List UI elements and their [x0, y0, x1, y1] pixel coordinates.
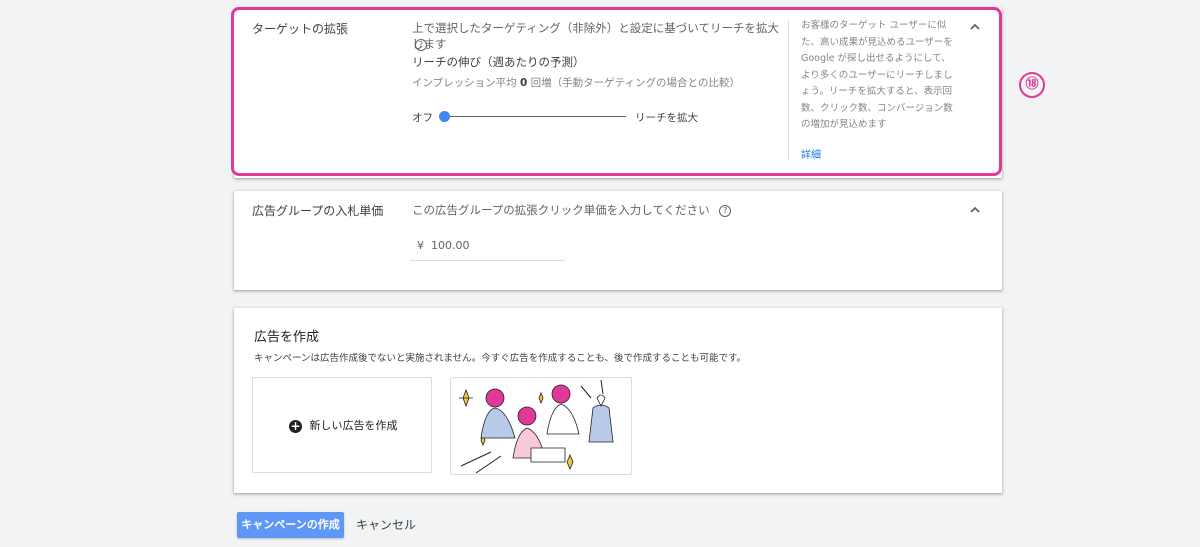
targeting-description-text: 上で選択したターゲティング（非除外）と設定に基づいてリーチを拡大します	[412, 21, 779, 51]
create-ad-title: 広告を作成	[254, 330, 320, 345]
cancel-button[interactable]: キャンセル	[356, 512, 416, 538]
bid-value[interactable]: 100.00	[431, 239, 470, 252]
slider-max-label: リーチを拡大	[635, 112, 698, 124]
bid-input[interactable]: ¥ 100.00	[412, 236, 566, 260]
targeting-side-help: お客様のターゲット ユーザーに似た、高い成果が見込めるユーザーを Google …	[801, 20, 953, 130]
illustration-tile[interactable]	[450, 377, 632, 475]
side-divider	[788, 20, 789, 160]
targeting-title: ターゲットの拡張	[252, 22, 349, 36]
new-ad-tile[interactable]: + 新しい広告を作成	[252, 377, 432, 473]
targeting-expansion-card: ターゲットの拡張 上で選択したターゲティング（非除外）と設定に基づいてリーチを拡…	[234, 8, 1002, 178]
chevron-up-icon[interactable]	[968, 204, 982, 218]
input-underline	[410, 260, 565, 261]
new-ad-label: 新しい広告を作成	[309, 419, 398, 432]
reach-heading: リーチの伸び（週あたりの予測）	[412, 55, 585, 69]
chevron-up-icon[interactable]	[968, 21, 982, 35]
create-ad-card: 広告を作成 キャンペーンは広告作成後でないと実施されません。今すぐ広告を作成する…	[234, 308, 1002, 493]
ad-group-bid-card: 広告グループの入札単価 この広告グループの拡張クリック単価を入力してください ?…	[234, 191, 1002, 290]
currency-symbol: ¥	[417, 239, 424, 252]
targeting-help-icon[interactable]: ?	[415, 34, 427, 53]
slider-min-label: オフ	[412, 112, 433, 124]
impressions-estimate: インプレッション平均 0 回増（手動ターゲティングの場合との比較）	[412, 77, 740, 89]
details-link[interactable]: 詳細	[801, 146, 821, 161]
targeting-description: 上で選択したターゲティング（非除外）と設定に基づいてリーチを拡大します	[412, 20, 784, 52]
slider-track[interactable]	[444, 116, 626, 117]
slider-tick	[552, 116, 553, 117]
slider-tick	[516, 116, 517, 117]
create-campaign-button[interactable]: キャンペーンの作成	[237, 512, 344, 538]
create-ad-description: キャンペーンは広告作成後でないと実施されません。今すぐ広告を作成することも、後で…	[254, 353, 747, 364]
bid-help-icon[interactable]: ?	[719, 204, 732, 217]
add-circle-icon: +	[289, 418, 302, 433]
slider-tick	[480, 116, 481, 117]
slider-thumb[interactable]	[439, 111, 450, 122]
shopping-people-illustration	[459, 379, 614, 474]
bid-title: 広告グループの入札単価	[252, 204, 384, 218]
annotation-badge: ⑱	[1019, 72, 1045, 98]
slider-tick	[588, 116, 589, 117]
bid-description: この広告グループの拡張クリック単価を入力してください ?	[412, 202, 732, 218]
